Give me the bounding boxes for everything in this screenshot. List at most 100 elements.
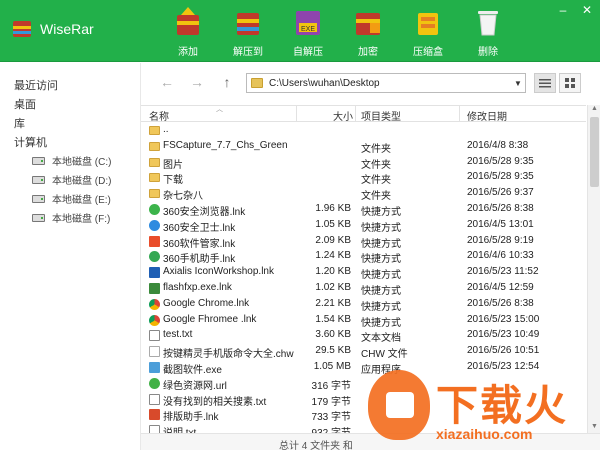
column-divider[interactable]: [459, 106, 460, 122]
sidebar-item-recent[interactable]: 最近访问: [14, 77, 58, 93]
table-row[interactable]: 360软件管家.lnk 2.09 KB 快捷方式 2016/5/28 9:19: [141, 234, 586, 250]
file-date: 2016/4/5 13:01: [467, 218, 534, 230]
column-name[interactable]: 名称: [149, 108, 169, 123]
encrypt-button[interactable]: 加密: [338, 6, 398, 58]
extract-to-icon: [233, 6, 263, 38]
hard-drive-icon: [32, 213, 45, 222]
column-type[interactable]: 项目类型: [361, 108, 401, 123]
table-row[interactable]: flashfxp.exe.lnk 1.02 KB 快捷方式 2016/4/5 12:5…: [141, 281, 586, 297]
delete-icon: [473, 6, 503, 38]
extract-to-label: 解压到: [233, 47, 263, 58]
file-date: 2016/5/26 8:38: [467, 297, 534, 309]
file-size: 1.02 KB: [315, 282, 351, 293]
file-type: 快捷方式: [361, 238, 401, 250]
watermark-logo-inner: [386, 392, 414, 418]
grid-view-button[interactable]: [559, 73, 581, 93]
file-name: 图片: [163, 159, 183, 171]
main-toolbar: 添加 解压到 EXE 自解压 加密 压缩盒 删除: [158, 6, 518, 58]
navigation-bar: ← → ↑ C:\Users\wuhan\Desktop ▼: [141, 63, 600, 101]
compress-box-button[interactable]: 压缩盒: [398, 6, 458, 58]
column-date[interactable]: 修改日期: [467, 108, 507, 123]
close-button[interactable]: ✕: [578, 2, 596, 18]
file-type: 快捷方式: [361, 301, 401, 313]
folder-icon: [149, 157, 160, 167]
file-size: 733 字节: [311, 412, 351, 424]
file-date: 2016/5/23 15:00: [467, 313, 540, 325]
scroll-up-icon[interactable]: ▲: [588, 105, 600, 115]
column-divider[interactable]: [296, 106, 297, 122]
file-size: 1.05 KB: [315, 218, 351, 230]
file-name: 360安全浏览器.lnk: [163, 207, 246, 218]
file-name: 截图软件.exe: [163, 365, 222, 376]
sidebar-item-desktop[interactable]: 桌面: [14, 96, 36, 112]
list-view-button[interactable]: [534, 73, 556, 93]
app-title: WiseRar: [40, 21, 94, 37]
file-date: 2016/5/28 9:35: [467, 155, 534, 167]
file-date: 2016/5/23 11:52: [467, 266, 539, 278]
file-type: 文件夹: [361, 143, 391, 155]
file-size: 2.09 KB: [315, 234, 351, 246]
file-date: 2016/4/8 8:38: [467, 139, 529, 151]
table-row[interactable]: test.txt 3.60 KB 文本文档 2016/5/23 10:49: [141, 328, 586, 344]
file-name: 绿色资源网.url: [163, 380, 227, 392]
file-date: 2016/5/23 10:49: [467, 329, 540, 341]
guard-icon: [149, 219, 160, 231]
compress-box-label: 压缩盒: [413, 47, 443, 58]
table-row[interactable]: Google Fhromee .lnk 1.54 KB 快捷方式 2016/5/23 …: [141, 313, 586, 329]
encrypt-icon: [353, 6, 383, 38]
file-size: 1.24 KB: [315, 250, 351, 262]
table-row[interactable]: 360安全浏览器.lnk 1.96 KB 快捷方式 2016/5/26 8:38: [141, 202, 586, 218]
table-row[interactable]: 杂七杂八 文件夹 2016/5/26 9:37: [141, 186, 586, 202]
column-divider[interactable]: [355, 106, 356, 122]
up-button[interactable]: ↑: [219, 74, 235, 90]
title-toolbar-bar: WiseRar 添加 解压到 EXE 自解压 加密 压缩盒 删除 – ✕: [0, 0, 600, 62]
table-row[interactable]: 360安全卫士.lnk 1.05 KB 快捷方式 2016/4/5 13:01: [141, 218, 586, 234]
file-name: test.txt: [163, 329, 193, 341]
column-size[interactable]: 大小: [333, 108, 353, 123]
sidebar-drive-e[interactable]: 本地磁盘 (E:): [32, 191, 111, 206]
self-extract-icon: EXE: [293, 6, 323, 38]
sidebar-item-library[interactable]: 库: [14, 115, 25, 131]
table-row[interactable]: 图片 文件夹 2016/5/28 9:35: [141, 155, 586, 171]
sidebar-drive-c[interactable]: 本地磁盘 (C:): [32, 153, 111, 168]
folder-icon: [251, 78, 263, 88]
file-date: 2016/4/6 10:33: [467, 250, 534, 262]
chevron-down-icon[interactable]: ▼: [511, 79, 525, 88]
sidebar-drive-f[interactable]: 本地磁盘 (F:): [32, 210, 110, 225]
file-name: 杂七杂八: [163, 191, 203, 203]
scroll-thumb[interactable]: [590, 117, 599, 187]
address-bar[interactable]: C:\Users\wuhan\Desktop ▼: [246, 73, 526, 93]
minimize-button[interactable]: –: [554, 2, 572, 18]
delete-button[interactable]: 删除: [458, 6, 518, 58]
drive-label: 本地磁盘 (F:): [52, 214, 111, 225]
table-row[interactable]: FSCapture_7.7_Chs_Green 文件夹 2016/4/8 8:38: [141, 139, 586, 155]
table-row[interactable]: ..: [141, 123, 586, 139]
file-type: 文件夹: [361, 191, 391, 203]
back-button[interactable]: ←: [159, 74, 175, 90]
status-text: 总计 4 文件夹 和: [279, 441, 353, 450]
table-row[interactable]: Google Chrome.lnk 2.21 KB 快捷方式 2016/5/26 8:…: [141, 297, 586, 313]
add-button[interactable]: 添加: [158, 6, 218, 58]
sidebar-drive-d[interactable]: 本地磁盘 (D:): [32, 172, 111, 187]
forward-button[interactable]: →: [189, 74, 205, 90]
table-row[interactable]: 360手机助手.lnk 1.24 KB 快捷方式 2016/4/6 10:33: [141, 249, 586, 265]
encrypt-label: 加密: [358, 47, 378, 58]
file-size: 316 字节: [311, 380, 351, 392]
txt-icon: [149, 330, 160, 342]
sidebar-item-computer[interactable]: 计算机: [14, 134, 47, 150]
file-date: 2016/5/26 9:37: [467, 187, 534, 199]
self-extract-button[interactable]: EXE 自解压: [278, 6, 338, 58]
file-size: 1.20 KB: [315, 266, 351, 278]
table-row[interactable]: 按键精灵手机版命令大全.chw 29.5 KB CHW 文件 2016/5/26 10…: [141, 344, 586, 360]
delete-label: 删除: [478, 47, 498, 58]
exe-icon: [149, 362, 160, 373]
folder-icon: [149, 126, 160, 135]
file-name: 下载: [163, 175, 183, 187]
table-row[interactable]: 下载 文件夹 2016/5/28 9:35: [141, 170, 586, 186]
file-type: 快捷方式: [361, 222, 401, 234]
file-name: 没有找到的相关搜素.txt: [163, 396, 267, 408]
extract-to-button[interactable]: 解压到: [218, 6, 278, 58]
wiserar-logo-icon: [13, 21, 31, 37]
table-row[interactable]: Axialis IconWorkshop.lnk 1.20 KB 快捷方式 2016/…: [141, 265, 586, 281]
list-view-icon: [539, 78, 551, 87]
